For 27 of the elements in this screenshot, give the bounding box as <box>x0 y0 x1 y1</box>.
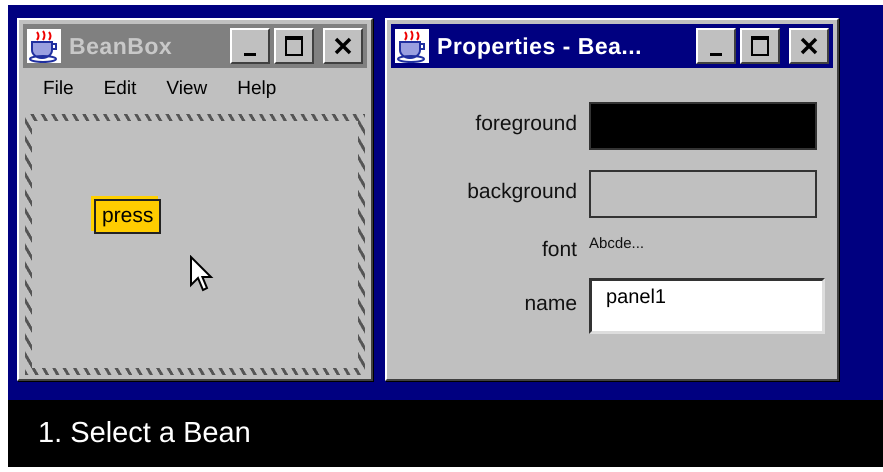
maximize-button[interactable] <box>274 28 314 64</box>
minimize-icon <box>710 52 722 56</box>
minimize-icon <box>244 52 256 56</box>
pointer-cursor-icon <box>189 255 215 293</box>
color-swatch[interactable] <box>589 102 817 150</box>
menu-item[interactable]: Edit <box>90 74 152 104</box>
coffee-cup-icon <box>27 29 61 63</box>
close-button[interactable] <box>789 28 829 64</box>
property-label: background <box>466 180 577 205</box>
maximize-button[interactable] <box>740 28 780 64</box>
color-swatch[interactable] <box>589 170 817 218</box>
window-title: BeanBox <box>69 32 174 60</box>
caption-text: 1. Select a Bean <box>38 417 251 450</box>
property-label: foreground <box>474 112 577 137</box>
coffee-cup-icon <box>395 29 429 63</box>
property-label: name <box>523 292 577 317</box>
menu-item[interactable]: View <box>152 74 224 104</box>
name-field[interactable]: panel1 <box>589 278 825 334</box>
property-label: font <box>540 237 577 263</box>
window-title: Properties - Bea... <box>437 32 644 60</box>
close-button[interactable] <box>323 28 363 64</box>
minimize-button[interactable] <box>230 28 270 64</box>
menu-item[interactable]: Help <box>223 74 292 104</box>
menu-item[interactable]: File <box>29 74 90 104</box>
press-button[interactable]: press <box>94 199 162 234</box>
minimize-button[interactable] <box>696 28 736 64</box>
font-preview[interactable]: Abcde... <box>589 234 825 266</box>
